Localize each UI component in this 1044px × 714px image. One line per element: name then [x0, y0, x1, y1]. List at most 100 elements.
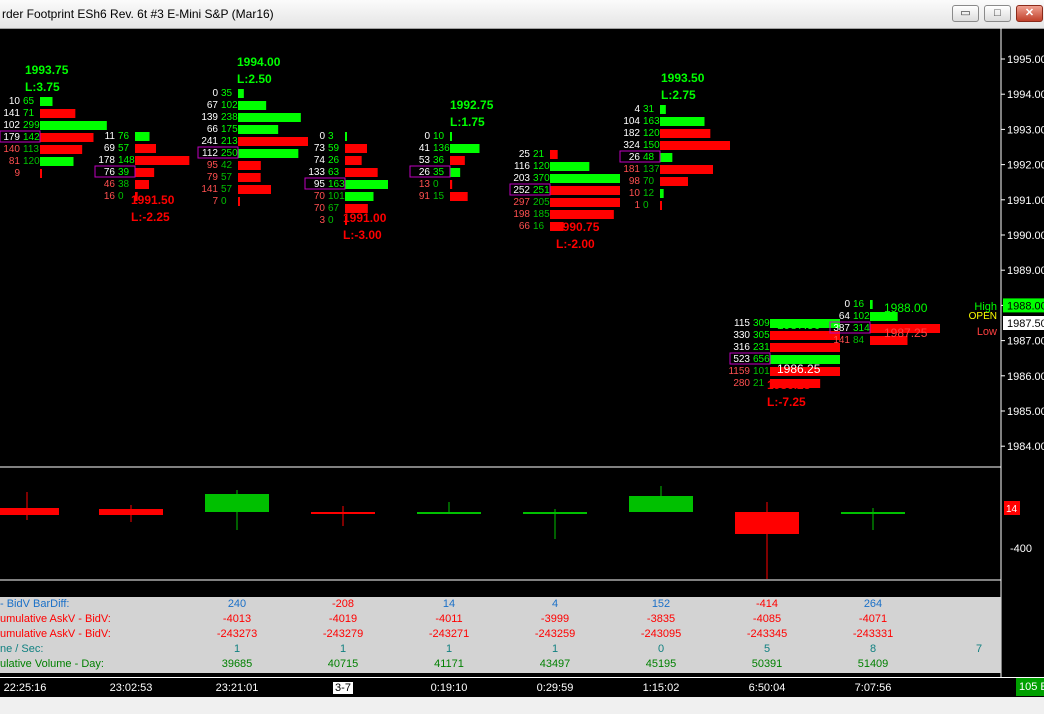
volume-histogram-bar	[238, 197, 240, 206]
ask-volume-cell: 213	[221, 136, 238, 147]
bid-volume-cell: 178	[98, 155, 115, 166]
volume-histogram-bar	[238, 125, 279, 134]
price-tick-label: 1990.00	[1007, 230, 1044, 242]
indicator-value: 41171	[434, 658, 464, 670]
annotation-level: L:-2.00	[556, 237, 595, 251]
ask-volume-cell: 59	[328, 143, 340, 154]
ask-volume-cell: 57	[118, 143, 130, 154]
delta-candle	[99, 509, 163, 515]
bid-volume-cell: 11	[105, 131, 116, 142]
indicator-value: -243279	[322, 628, 364, 640]
price-tick-label: 1984.00	[1007, 441, 1044, 453]
indicator-value: 45195	[645, 658, 677, 670]
legend: HighOPENLow	[969, 301, 997, 338]
price-tick-label: 1993.00	[1007, 124, 1044, 136]
indicator-label: umulative AskV - BidV:	[0, 613, 111, 625]
indicator-value: -243331	[852, 628, 894, 640]
bid-volume-cell: 76	[104, 167, 116, 178]
ask-volume-cell: 251	[533, 185, 550, 196]
volume-histogram-bar	[450, 156, 465, 165]
bid-volume-cell: 10	[629, 188, 641, 199]
bid-volume-cell: 324	[623, 140, 640, 151]
time-label: 22:25:16	[3, 682, 47, 694]
bid-volume-cell: 0	[844, 299, 850, 310]
annotation-price: 1993.50	[661, 71, 705, 85]
bid-volume-cell: 523	[733, 354, 750, 365]
volume-histogram-bar	[238, 173, 261, 182]
annotation-price: 1986.25	[767, 378, 811, 392]
legend-open: OPEN	[969, 311, 997, 322]
ask-volume-cell: 231	[753, 342, 770, 353]
ask-volume-cell: 36	[433, 155, 445, 166]
indicator-value: -243273	[216, 628, 258, 640]
side-price-label: 1987.25	[884, 326, 928, 340]
ask-volume-cell: 175	[221, 124, 238, 135]
ask-volume-cell: 57	[221, 172, 233, 183]
ask-volume-cell: 10	[433, 131, 445, 142]
bid-volume-cell: 116	[514, 161, 530, 172]
annotation-price: 1994.00	[237, 55, 281, 69]
time-label: 23:02:53	[109, 682, 153, 694]
volume-histogram-bar	[870, 300, 873, 309]
volume-histogram-bar	[135, 168, 155, 177]
volume-histogram-bar	[345, 156, 362, 165]
ask-volume-cell: 35	[433, 167, 445, 178]
bid-volume-cell: 0	[319, 131, 325, 142]
ask-volume-cell: 76	[118, 131, 130, 142]
indicator-value: 0	[657, 643, 665, 655]
bid-volume-cell: 141	[833, 335, 850, 346]
ask-volume-cell: 238	[221, 112, 238, 123]
bid-volume-cell: 179	[3, 132, 20, 143]
annotation-price: 1991.00	[343, 211, 387, 225]
bid-volume-cell: 297	[513, 197, 530, 208]
volume-histogram-bar	[345, 192, 374, 201]
volume-histogram-bar	[450, 180, 453, 189]
volume-histogram-bar	[550, 198, 620, 207]
ask-volume-cell: 314	[853, 323, 870, 334]
volume-histogram-bar	[550, 150, 558, 159]
ask-volume-cell: 63	[328, 167, 340, 178]
ask-volume-cell: 0	[433, 179, 439, 190]
date-marker: 3-7	[333, 682, 353, 694]
bid-volume-cell: 9	[14, 168, 20, 179]
bid-volume-cell: 26	[629, 152, 641, 163]
current-price-label: 1987.50	[1007, 318, 1044, 330]
bid-volume-cell: 41	[419, 143, 431, 154]
bid-volume-cell: 46	[104, 179, 116, 190]
time-label: 0:19:10	[430, 682, 468, 694]
side-price-label: 1987.50	[777, 318, 821, 332]
bid-volume-cell: 139	[201, 112, 218, 123]
ask-volume-cell: 299	[23, 120, 40, 131]
volume-histogram-bar	[40, 121, 107, 130]
annotation-price: 1993.75	[25, 63, 69, 77]
volume-histogram-bar	[660, 117, 705, 126]
ask-volume-cell: 3	[328, 131, 334, 142]
indicator-value: 14	[442, 598, 456, 610]
footprint-bars: 10 65141 71102 299179 142140 11381 120911 7669 5…	[0, 88, 940, 389]
indicator-value: -4011	[435, 613, 463, 625]
bid-volume-cell: 330	[733, 330, 750, 341]
indicator-value: 43497	[539, 658, 571, 670]
volume-badge: 105 E	[1016, 678, 1044, 696]
volume-histogram-bar	[135, 144, 156, 153]
volume-histogram-bar	[660, 129, 711, 138]
footprint-chart[interactable]: 1995.00 1994.00 1993.00 1992.00 1991.00 1990.…	[0, 0, 1044, 677]
bid-volume-cell: 66	[519, 221, 531, 232]
ask-volume-cell: 42	[221, 160, 233, 171]
indicator-value: 5	[763, 643, 771, 655]
volume-histogram-bar	[345, 144, 367, 153]
ask-volume-cell: 84	[853, 335, 865, 346]
ask-volume-cell: 305	[753, 330, 770, 341]
bid-volume-cell: 0	[212, 88, 218, 99]
ask-volume-cell: 370	[533, 173, 550, 184]
bid-volume-cell: 16	[104, 191, 116, 202]
ask-volume-cell: 309	[753, 318, 770, 329]
time-label: 1:15:02	[642, 682, 680, 694]
indicator-label: ulative Volume - Day:	[0, 658, 104, 670]
volume-histogram-bar	[40, 109, 76, 118]
indicator-value: 50391	[751, 658, 783, 670]
bid-volume-cell: 7	[212, 196, 218, 207]
ask-volume-cell: 12	[643, 188, 655, 199]
ask-volume-cell: 39	[118, 167, 130, 178]
delta-candle	[0, 508, 59, 515]
